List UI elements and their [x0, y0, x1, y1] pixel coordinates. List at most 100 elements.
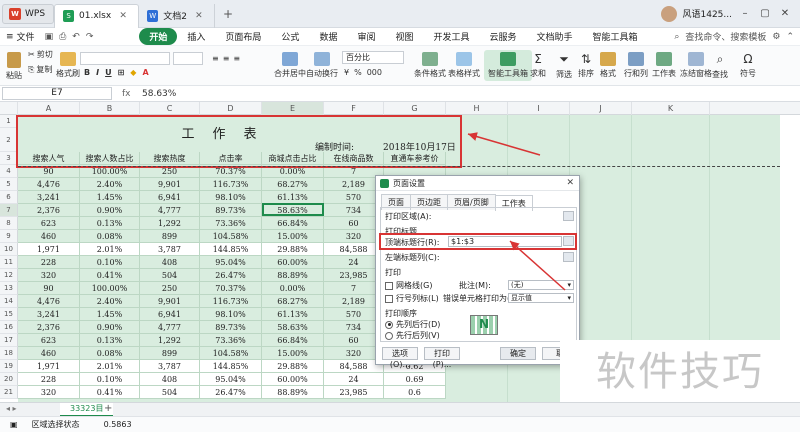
table-cell[interactable]: 2.01% [80, 243, 140, 256]
table-cell[interactable]: 29.88% [262, 360, 324, 373]
format-button[interactable]: 格式 [600, 52, 616, 79]
table-cell[interactable]: 15.00% [262, 347, 324, 360]
select-all-corner[interactable] [0, 102, 18, 115]
file-menu[interactable]: ≡ 文件 [6, 30, 35, 44]
row-header[interactable]: 21 [0, 386, 18, 399]
table-cell[interactable]: 61.13% [262, 308, 324, 321]
table-cell[interactable]: 0.90% [80, 204, 140, 217]
table-cell[interactable]: 60.00% [262, 373, 324, 386]
user-name[interactable]: 风语1425... [683, 7, 733, 20]
table-cell[interactable]: 0.6 [384, 386, 446, 399]
table-cell[interactable]: 68.27% [262, 295, 324, 308]
gridlines-checkbox[interactable] [385, 281, 393, 290]
close-window-icon[interactable]: ✕ [778, 8, 792, 19]
table-cell[interactable]: 0.41% [80, 386, 140, 399]
print-button[interactable]: 打印(P)... [424, 347, 460, 369]
table-cell[interactable]: 98.10% [200, 308, 262, 321]
table-cell[interactable]: 0.10% [80, 256, 140, 269]
save-icon[interactable]: ▣ [45, 32, 54, 42]
table-cell[interactable]: 623 [18, 217, 80, 230]
table-cell[interactable]: 89.73% [200, 321, 262, 334]
column-header[interactable]: J [570, 102, 632, 115]
table-cell[interactable]: 70.37% [200, 282, 262, 295]
minimize-icon[interactable]: – [738, 8, 752, 19]
table-cell[interactable]: 3,787 [140, 243, 200, 256]
table-cell[interactable]: 6,941 [140, 191, 200, 204]
row-header[interactable]: 6 [0, 191, 18, 204]
ribbon-tab[interactable]: 审阅 [347, 28, 385, 45]
table-cell[interactable]: 88.89% [262, 269, 324, 282]
print-icon[interactable]: ⎙ [59, 32, 66, 42]
table-cell[interactable]: 89.73% [200, 204, 262, 217]
table-cell[interactable]: 98.10% [200, 191, 262, 204]
table-cell[interactable]: 1,971 [18, 243, 80, 256]
table-cell[interactable]: 144.85% [200, 243, 262, 256]
table-cell[interactable]: 26.47% [200, 386, 262, 399]
down-then-over-radio[interactable] [385, 320, 393, 329]
border-icon[interactable]: ⊞ [118, 68, 125, 77]
row-header[interactable]: 19 [0, 360, 18, 373]
table-cell[interactable]: 1,292 [140, 334, 200, 347]
maximize-icon[interactable]: ▢ [758, 8, 772, 19]
table-cell[interactable]: 320 [18, 269, 80, 282]
fx-icon[interactable]: fx [122, 89, 136, 99]
column-header[interactable]: G [384, 102, 446, 115]
currency-icon[interactable]: ¥ [344, 68, 349, 77]
row-header[interactable]: 9 [0, 230, 18, 243]
column-header[interactable]: H [446, 102, 508, 115]
options-button[interactable]: 选项(O)... [382, 347, 418, 369]
table-cell[interactable]: 1,292 [140, 217, 200, 230]
row-col-headers-checkbox[interactable] [385, 294, 393, 303]
table-cell[interactable]: 73.36% [200, 217, 262, 230]
table-cell[interactable]: 899 [140, 347, 200, 360]
table-cell[interactable]: 9,901 [140, 178, 200, 191]
paste-button[interactable]: 粘贴 [6, 52, 22, 81]
table-cell[interactable]: 100.00% [80, 282, 140, 295]
table-cell[interactable]: 1.45% [80, 308, 140, 321]
row-header[interactable]: 7 [0, 204, 18, 217]
command-search[interactable]: 查找命令、搜索模板 [685, 30, 766, 43]
italic-icon[interactable]: I [96, 68, 99, 77]
bold-icon[interactable]: B [84, 68, 90, 77]
auto-wrap-button[interactable]: 自动换行 [306, 52, 338, 79]
redo-icon[interactable]: ↷ [86, 32, 94, 42]
column-header[interactable]: B [80, 102, 140, 115]
table-cell[interactable]: 2,376 [18, 321, 80, 334]
ribbon-tab[interactable]: 开发工具 [423, 28, 479, 45]
align-left-icon[interactable]: ≡ [212, 54, 219, 63]
ok-button[interactable]: 确定 [500, 347, 536, 360]
errors-select[interactable]: 显示值 [508, 293, 574, 303]
table-cell[interactable]: 4,777 [140, 204, 200, 217]
table-cell[interactable]: 90 [18, 282, 80, 295]
avatar[interactable] [660, 5, 677, 22]
align-right-icon[interactable]: ≡ [233, 54, 240, 63]
table-cell[interactable]: 2.01% [80, 360, 140, 373]
close-icon[interactable]: ✕ [566, 178, 574, 188]
left-cols-pick-icon[interactable] [563, 252, 574, 262]
table-cell[interactable]: 73.36% [200, 334, 262, 347]
freeze-panes-button[interactable]: 冻结窗格 [680, 52, 712, 79]
find-button[interactable]: ⌕ 查找 [712, 52, 728, 80]
new-tab-button[interactable]: + [223, 7, 233, 21]
format-painter-button[interactable]: 格式刷 [56, 52, 80, 79]
print-area-pick-icon[interactable] [563, 211, 574, 221]
table-cell[interactable]: 899 [140, 230, 200, 243]
table-cell[interactable]: 116.73% [200, 295, 262, 308]
filter-button[interactable]: ⏷ 筛选 [556, 52, 572, 80]
tab-document2[interactable]: W 文档2 ✕ [139, 3, 215, 28]
table-cell[interactable]: 29.88% [262, 243, 324, 256]
table-cell[interactable]: 1,971 [18, 360, 80, 373]
table-cell[interactable]: 104.58% [200, 230, 262, 243]
table-cell[interactable]: 0.41% [80, 269, 140, 282]
table-cell[interactable]: 0.08% [80, 347, 140, 360]
row-header[interactable]: 14 [0, 295, 18, 308]
gridlines-option[interactable]: 网格线(G) [385, 280, 432, 291]
sort-button[interactable]: ⇅ 排序 [578, 52, 594, 79]
table-cell[interactable]: 95.04% [200, 373, 262, 386]
table-cell[interactable]: 623 [18, 334, 80, 347]
sheet-nav-icon[interactable]: ◂ ▸ [6, 404, 17, 413]
row-header[interactable]: 11 [0, 256, 18, 269]
table-cell[interactable]: 0.10% [80, 373, 140, 386]
down-then-over-option[interactable]: 先列后行(D) [385, 319, 440, 330]
table-cell[interactable]: 2.40% [80, 178, 140, 191]
